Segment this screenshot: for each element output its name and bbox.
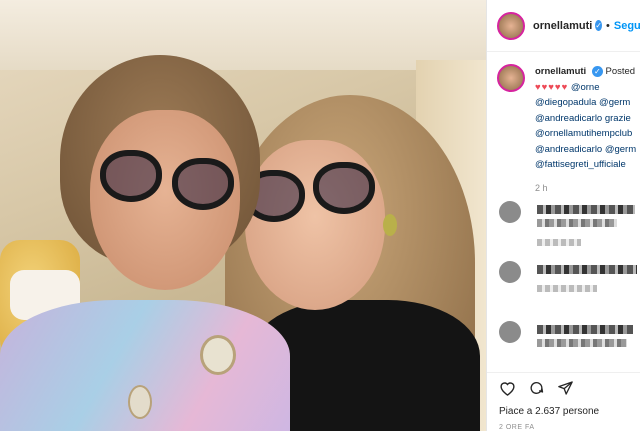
verified-badge-icon: ✓ xyxy=(595,20,602,31)
comment-meta-blurred xyxy=(537,285,597,292)
post-photo[interactable] xyxy=(0,0,486,431)
post-side-panel: ornellamuti ✓ • Segui ornellamuti ✓ Post… xyxy=(486,0,640,431)
comment-icon[interactable] xyxy=(528,380,545,396)
instagram-post-view: ornellamuti ✓ • Segui ornellamuti ✓ Post… xyxy=(0,0,640,431)
post-time: 2 h xyxy=(535,182,548,193)
verified-badge-icon: ✓ xyxy=(591,65,603,77)
pendant xyxy=(200,335,236,375)
header-username[interactable]: ornellamuti xyxy=(533,20,592,32)
comment-avatar[interactable] xyxy=(499,321,521,343)
avatar[interactable] xyxy=(497,11,525,40)
comment-text-blurred xyxy=(537,219,617,227)
ceiling xyxy=(0,0,486,70)
mention[interactable]: @diegopadula @germ xyxy=(535,95,640,111)
caption-username[interactable]: ornellamuti xyxy=(535,66,586,77)
comments-list xyxy=(487,195,640,375)
comment-meta-blurred xyxy=(537,239,581,246)
pendant-small xyxy=(128,385,152,419)
caption-avatar[interactable] xyxy=(497,64,525,92)
mention[interactable]: @fattisegreti_ufficiale xyxy=(535,157,640,173)
heart-icon[interactable] xyxy=(499,380,516,396)
post-age: 2 ORE FA xyxy=(499,424,535,431)
comment-item xyxy=(487,315,640,375)
caption-text: ornellamuti ✓ Posted ♥♥♥♥♥ @orne @diegop… xyxy=(535,64,640,173)
comment-text-blurred xyxy=(537,325,633,334)
post-caption: ornellamuti ✓ Posted ♥♥♥♥♥ @orne @diegop… xyxy=(487,52,640,212)
left-person-glasses xyxy=(100,150,240,210)
comment-item xyxy=(487,255,640,315)
mention[interactable]: @orne xyxy=(571,82,600,93)
separator: • xyxy=(606,19,610,32)
mention[interactable]: @andreadicarlo grazie xyxy=(535,111,640,127)
mention[interactable]: @andreadicarlo @germ xyxy=(535,142,640,158)
comment-text-blurred xyxy=(537,205,635,214)
posted-label: Posted xyxy=(605,66,636,77)
post-header: ornellamuti ✓ • Segui xyxy=(487,0,640,52)
comment-item xyxy=(487,195,640,255)
send-icon[interactable] xyxy=(557,380,574,396)
comment-text-blurred xyxy=(537,265,637,274)
comment-avatar[interactable] xyxy=(499,261,521,283)
hearts-emoji: ♥♥♥♥♥ xyxy=(535,81,569,93)
mention[interactable]: @ornellamutihempclub xyxy=(535,126,640,142)
post-actions xyxy=(487,372,640,396)
follow-button[interactable]: Segui xyxy=(614,20,640,32)
right-person-glasses xyxy=(243,162,383,230)
comment-text-blurred xyxy=(537,339,627,347)
likes-count[interactable]: Piace a 2.637 persone xyxy=(499,406,599,417)
earring xyxy=(383,214,397,236)
comment-avatar[interactable] xyxy=(499,201,521,223)
